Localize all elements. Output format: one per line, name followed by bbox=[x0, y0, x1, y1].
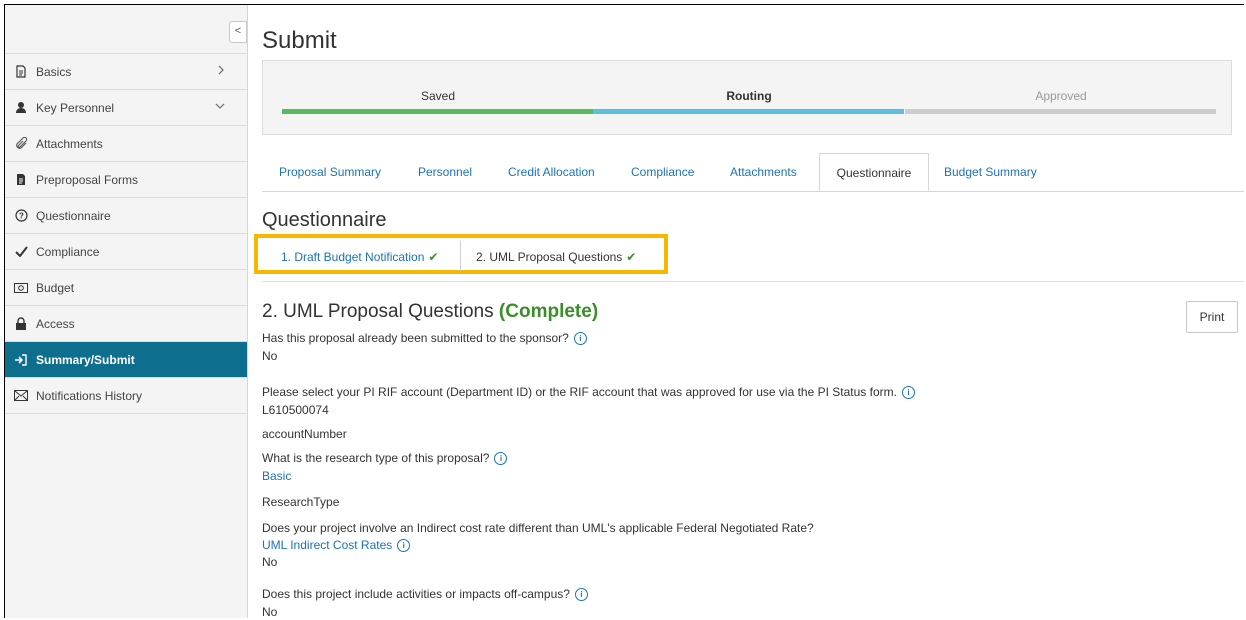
stage-bar-approved bbox=[905, 109, 1216, 114]
sidebar-item-compliance[interactable]: Compliance bbox=[5, 234, 247, 270]
sidebar-item-label: Questionnaire bbox=[36, 208, 111, 223]
subtab-uml-proposal-questions[interactable]: 2. UML Proposal Questions ✔ bbox=[476, 241, 636, 273]
subtab-draft-budget-notification[interactable]: 1. Draft Budget Notification ✔ bbox=[281, 241, 438, 273]
money-icon bbox=[14, 281, 28, 295]
questionnaire-name: 2. UML Proposal Questions bbox=[262, 301, 494, 322]
info-icon[interactable]: i bbox=[494, 452, 508, 466]
collapse-sidebar-button[interactable]: < bbox=[229, 21, 247, 43]
sidebar-item-questionnaire[interactable]: ? Questionnaire bbox=[5, 198, 247, 234]
sidebar-item-label: Compliance bbox=[36, 244, 100, 259]
stage-approved: Approved bbox=[905, 89, 1217, 103]
envelope-icon bbox=[14, 389, 28, 403]
stage-label: Routing bbox=[726, 89, 772, 103]
answer-5: No bbox=[262, 605, 278, 618]
answer-1: No bbox=[262, 349, 278, 363]
question-1: Has this proposal already been submitted… bbox=[262, 331, 587, 346]
page-title: Submit bbox=[262, 27, 337, 54]
progress-tracker: Saved Routing Approved bbox=[262, 60, 1232, 135]
question-4-link: UML Indirect Cost Rates i bbox=[262, 538, 411, 553]
questionnaire-title: 2. UML Proposal Questions (Complete) bbox=[262, 301, 598, 323]
sidebar-item-budget[interactable]: Budget bbox=[5, 270, 247, 306]
sidebar-item-label: Basics bbox=[36, 64, 72, 79]
tab-proposal-summary[interactable]: Proposal Summary bbox=[279, 153, 381, 191]
tab-attachments[interactable]: Attachments bbox=[730, 153, 797, 191]
stage-saved: Saved bbox=[282, 89, 594, 103]
stage-label: Saved bbox=[420, 89, 456, 103]
sidebar-item-label: Notifications History bbox=[36, 388, 143, 403]
question-circle-icon: ? bbox=[14, 209, 28, 223]
person-icon bbox=[14, 101, 28, 115]
sidebar-item-label: Budget bbox=[36, 280, 75, 295]
document-icon bbox=[14, 65, 28, 79]
file-text-icon bbox=[14, 173, 28, 187]
info-icon[interactable]: i bbox=[574, 588, 588, 602]
sidebar-item-preproposal-forms[interactable]: Preproposal Forms bbox=[5, 162, 247, 198]
sidebar-item-label: Attachments bbox=[36, 136, 103, 151]
info-icon[interactable]: i bbox=[573, 332, 587, 346]
sidebar-item-label: Access bbox=[36, 316, 75, 331]
question-text: Has this proposal already been submitted… bbox=[262, 331, 569, 345]
question-3: What is the research type of this propos… bbox=[262, 451, 508, 466]
field-name-3: ResearchType bbox=[262, 495, 340, 509]
sign-in-icon bbox=[14, 353, 28, 367]
stage-bar-saved bbox=[282, 109, 593, 114]
stage-label: Approved bbox=[1035, 89, 1087, 103]
sidebar-item-key-personnel[interactable]: Key Personnel bbox=[5, 90, 247, 126]
sidebar-item-summary-submit[interactable]: Summary/Submit bbox=[5, 342, 247, 378]
tab-bar: Proposal Summary Personnel Credit Alloca… bbox=[262, 153, 1244, 192]
question-text: Please select your PI RIF account (Depar… bbox=[262, 385, 897, 399]
tab-budget-summary[interactable]: Budget Summary bbox=[944, 153, 1037, 191]
checkmark-icon bbox=[14, 245, 28, 259]
question-text: Does this project include activities or … bbox=[262, 587, 570, 601]
checkmark-icon: ✔ bbox=[428, 250, 439, 264]
sidebar-item-label: Summary/Submit bbox=[36, 352, 135, 367]
sidebar-item-label: Preproposal Forms bbox=[36, 172, 139, 187]
main-content: Submit Saved Routing Approved Proposal S… bbox=[248, 5, 1244, 618]
indirect-cost-rates-link[interactable]: UML Indirect Cost Rates bbox=[262, 538, 392, 552]
checkmark-icon: ✔ bbox=[626, 250, 637, 264]
subtab-label: 2. UML Proposal Questions bbox=[476, 250, 623, 264]
info-icon[interactable]: i bbox=[397, 539, 411, 553]
sidebar-item-access[interactable]: Access bbox=[5, 306, 247, 342]
sidebar-item-attachments[interactable]: Attachments bbox=[5, 126, 247, 162]
sidebar-item-basics[interactable]: Basics bbox=[5, 54, 247, 90]
tab-compliance[interactable]: Compliance bbox=[631, 153, 694, 191]
field-name-2: accountNumber bbox=[262, 427, 347, 441]
lock-icon bbox=[14, 317, 28, 331]
chevron-down-icon bbox=[215, 101, 225, 113]
answer-2: L610500074 bbox=[262, 403, 329, 417]
stage-routing: Routing bbox=[593, 89, 905, 103]
tab-personnel[interactable]: Personnel bbox=[418, 153, 472, 191]
question-2: Please select your PI RIF account (Depar… bbox=[262, 385, 915, 400]
tab-questionnaire[interactable]: Questionnaire bbox=[819, 153, 929, 191]
sidebar-nav: Basics Key Personnel Attachments Preprop… bbox=[5, 53, 247, 414]
app-window: < Basics Key Personnel Attachments Prepr… bbox=[4, 4, 1244, 618]
sidebar-item-label: Key Personnel bbox=[36, 100, 115, 115]
sidebar-item-notifications-history[interactable]: Notifications History bbox=[5, 378, 247, 414]
chevron-right-icon bbox=[217, 65, 225, 78]
divider bbox=[262, 281, 1244, 282]
question-5: Does this project include activities or … bbox=[262, 587, 588, 602]
print-button[interactable]: Print bbox=[1186, 301, 1238, 333]
svg-text:?: ? bbox=[19, 212, 24, 221]
sidebar: < Basics Key Personnel Attachments Prepr… bbox=[5, 5, 248, 618]
answer-4: No bbox=[262, 555, 278, 569]
question-4: Does your project involve an Indirect co… bbox=[262, 521, 814, 535]
stage-bar-routing bbox=[593, 109, 904, 114]
paperclip-icon bbox=[14, 137, 28, 151]
section-title: Questionnaire bbox=[262, 209, 387, 231]
tab-credit-allocation[interactable]: Credit Allocation bbox=[508, 153, 595, 191]
answer-3[interactable]: Basic bbox=[262, 469, 291, 483]
subtab-label: 1. Draft Budget Notification bbox=[281, 250, 425, 264]
subtab-divider bbox=[460, 241, 461, 271]
status-badge: (Complete) bbox=[498, 301, 599, 322]
question-text: What is the research type of this propos… bbox=[262, 451, 490, 465]
info-icon[interactable]: i bbox=[901, 386, 915, 400]
